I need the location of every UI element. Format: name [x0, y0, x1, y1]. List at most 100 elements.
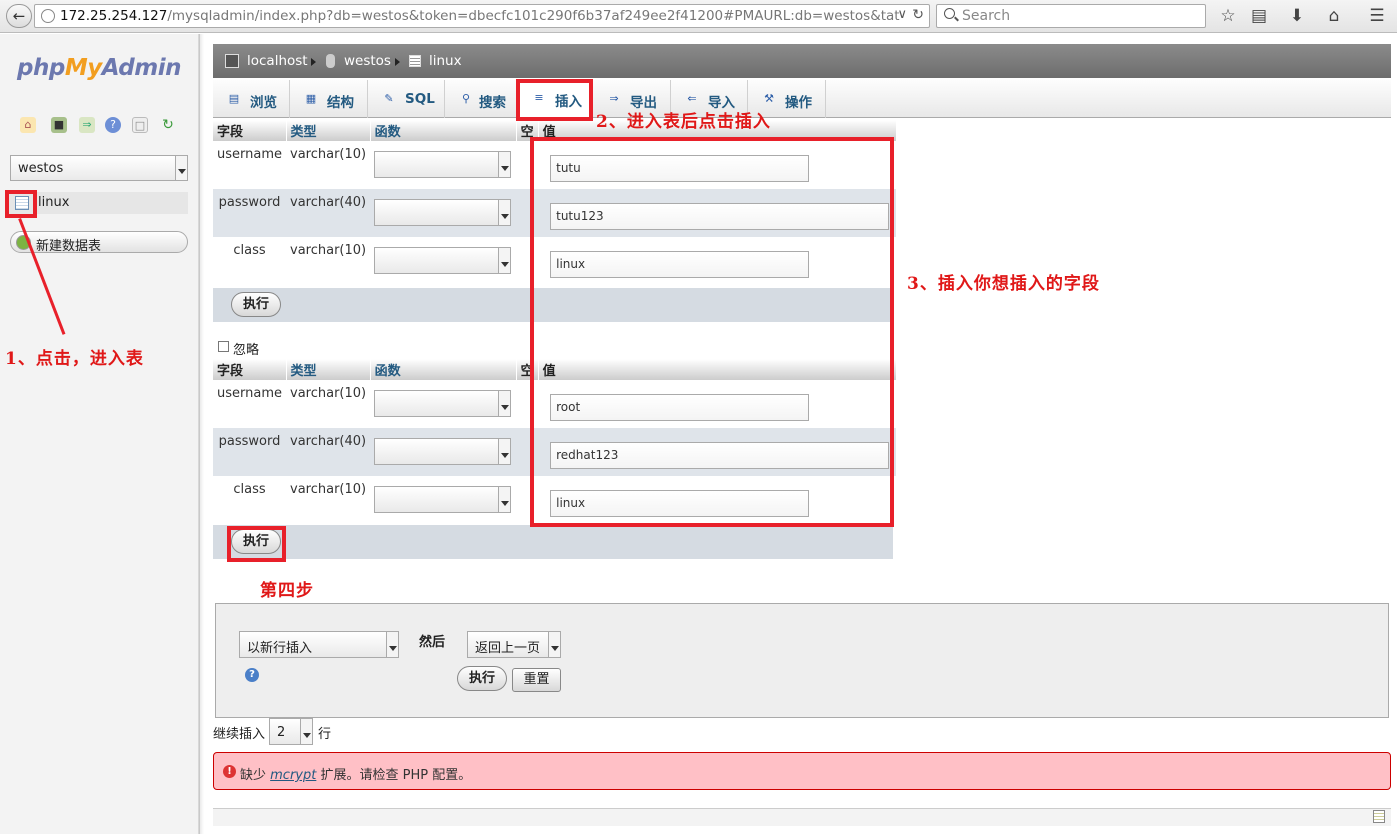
column-header-type: 类型: [286, 359, 371, 380]
breadcrumb-database[interactable]: westos: [344, 53, 391, 69]
then-label: 然后: [419, 635, 446, 650]
import-icon: ⇐: [687, 92, 697, 105]
rows-label: 行: [318, 727, 332, 742]
breadcrumb: localhost westos linux: [213, 44, 1391, 78]
table-tabs: ▤ 浏览 ▦ 结构 ✎ SQL ⚲ 搜索 ≡ 插入 ⇒ 导出 ⇐ 导入 ⚒ 操作: [213, 79, 1391, 119]
table-icon: [409, 55, 421, 67]
home-icon[interactable]: ⌂: [1323, 5, 1345, 27]
error-text: 缺少 mcrypt 扩展。请检查 PHP 配置。: [240, 768, 472, 783]
field-type: varchar(40): [286, 428, 371, 476]
chevron-down-icon: [498, 200, 511, 225]
ignore-checkbox[interactable]: 忽略: [218, 339, 259, 358]
tab-search[interactable]: ⚲ 搜索: [445, 80, 517, 118]
column-header-function: 函数: [370, 359, 517, 380]
search-bar[interactable]: Search: [936, 4, 1206, 28]
field-name: class: [213, 476, 286, 524]
field-name: username: [213, 380, 286, 428]
logout-icon[interactable]: ■: [51, 117, 67, 133]
console-bar: [213, 808, 1391, 826]
menu-icon[interactable]: ☰: [1366, 5, 1388, 27]
function-cell: [370, 189, 517, 237]
browse-icon: ▤: [228, 92, 240, 105]
function-select[interactable]: [374, 486, 512, 513]
docs-icon[interactable]: □: [132, 117, 148, 133]
function-select[interactable]: [374, 151, 512, 178]
field-type: varchar(10): [286, 141, 371, 189]
reading-list-icon[interactable]: ▤: [1248, 5, 1270, 27]
structure-icon: ▦: [305, 92, 317, 105]
function-cell: [370, 237, 517, 285]
go-button[interactable]: 执行: [231, 292, 281, 317]
go-button[interactable]: 执行: [457, 666, 507, 691]
function-select[interactable]: [374, 390, 512, 417]
help-icon[interactable]: ?: [245, 668, 259, 682]
chevron-down-icon: [498, 248, 511, 273]
field-name: password: [213, 189, 286, 237]
function-cell: [370, 476, 517, 524]
breadcrumb-table[interactable]: linux: [429, 53, 462, 69]
annotation-step4: 第四步: [260, 581, 314, 601]
column-header-field: 字段: [213, 120, 287, 141]
after-insert-select[interactable]: 返回上一页: [467, 631, 561, 658]
field-name: class: [213, 237, 286, 285]
table-name[interactable]: linux: [38, 195, 69, 210]
url-dropdown-icon[interactable]: ∨: [897, 7, 907, 22]
checkbox[interactable]: [218, 341, 229, 352]
download-icon[interactable]: ⬇: [1286, 5, 1308, 27]
continue-rows-select[interactable]: 2: [269, 718, 313, 745]
mcrypt-link[interactable]: mcrypt: [270, 768, 316, 783]
export-icon: ⇒: [609, 92, 619, 105]
console-icon[interactable]: [1373, 810, 1385, 823]
annotation-step2: 2、进入表后点击插入: [596, 112, 771, 132]
nav-divider: [198, 34, 204, 834]
function-cell: [370, 428, 517, 476]
server-icon: [225, 54, 239, 68]
error-icon: !: [223, 765, 236, 778]
breadcrumb-server[interactable]: localhost: [247, 53, 308, 69]
database-select[interactable]: westos: [10, 155, 188, 181]
navigation-panel: [0, 34, 200, 834]
annotation-step3: 3、插入你想插入的字段: [907, 274, 1100, 294]
tab-structure[interactable]: ▦ 结构: [290, 80, 368, 118]
globe-icon: [41, 9, 55, 23]
phpmyadmin-logo[interactable]: phpMyAdmin: [17, 55, 181, 81]
reload-icon[interactable]: ↻: [912, 7, 924, 23]
field-type: varchar(10): [286, 476, 371, 524]
field-type: varchar(10): [286, 237, 371, 285]
column-header-function: 函数: [370, 120, 517, 141]
help-icon[interactable]: ?: [105, 117, 121, 133]
search-placeholder: Search: [962, 8, 1011, 24]
chevron-down-icon: [498, 439, 511, 464]
breadcrumb-separator: [395, 58, 400, 66]
field-type: varchar(10): [286, 380, 371, 428]
tab-browse[interactable]: ▤ 浏览: [213, 80, 290, 118]
sql-query-icon[interactable]: ⇒: [79, 117, 95, 133]
home-icon[interactable]: ⌂: [20, 117, 36, 133]
search-icon: ⚲: [461, 92, 471, 105]
annotation-box-values: [530, 137, 894, 527]
reload-icon[interactable]: ↻: [160, 117, 176, 133]
back-arrow-icon[interactable]: ←: [6, 4, 32, 28]
operations-icon: ⚒: [764, 92, 774, 105]
chevron-down-icon: [548, 632, 560, 657]
browser-toolbar: ← 172.25.254.127/mysqladmin/index.php?db…: [0, 0, 1397, 33]
insert-mode-select[interactable]: 以新行插入: [239, 631, 399, 658]
address-bar[interactable]: 172.25.254.127/mysqladmin/index.php?db=w…: [34, 4, 930, 28]
chevron-down-icon: [175, 156, 187, 180]
annotation-box-go: [227, 526, 286, 562]
tab-sql[interactable]: ✎ SQL: [368, 80, 445, 118]
new-table-button[interactable]: 新建数据表: [10, 231, 188, 254]
reset-button[interactable]: 重置: [512, 668, 561, 692]
function-select[interactable]: [374, 247, 512, 274]
error-message: ! 缺少 mcrypt 扩展。请检查 PHP 配置。: [213, 752, 1391, 790]
chevron-down-icon: [498, 152, 511, 177]
breadcrumb-separator: [311, 58, 316, 66]
chevron-down-icon: [498, 487, 511, 512]
function-select[interactable]: [374, 438, 512, 465]
function-select[interactable]: [374, 199, 512, 226]
function-cell: [370, 380, 517, 428]
field-type: varchar(40): [286, 189, 371, 237]
database-icon: [326, 54, 335, 68]
field-name: password: [213, 428, 286, 476]
bookmark-star-icon[interactable]: ☆: [1217, 5, 1239, 27]
